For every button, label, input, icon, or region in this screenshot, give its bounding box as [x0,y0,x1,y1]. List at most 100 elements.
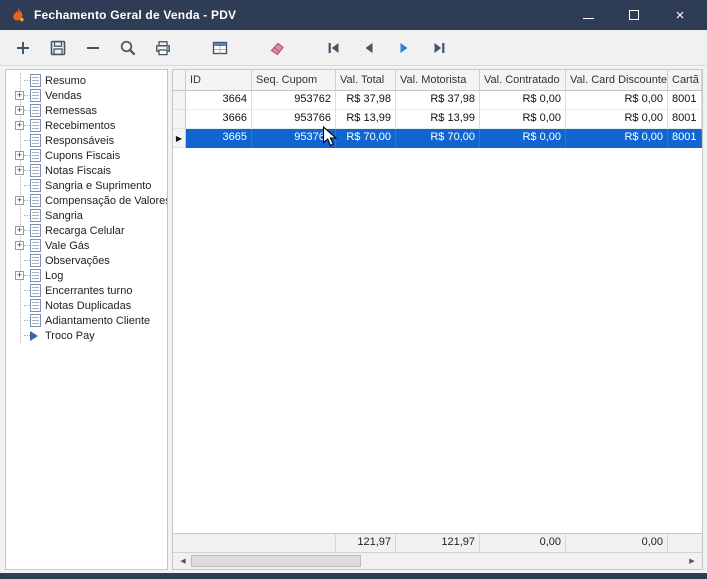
grid-view-button[interactable] [209,37,231,59]
totals-seq-cell [252,534,336,552]
sidebar-item-recebimentos[interactable]: + Recebimentos [15,118,166,133]
next-record-button[interactable] [393,37,415,59]
sidebar-item-recarga-celular[interactable]: + Recarga Celular [15,223,166,238]
delete-button[interactable] [82,37,104,59]
document-icon [30,209,41,222]
expand-icon[interactable]: + [15,121,24,130]
data-grid: ID Seq. Cupom Val. Total Val. Motorista Val.… [172,69,703,570]
document-icon [30,194,41,207]
minimize-icon [582,18,594,19]
document-icon [30,134,41,147]
expand-icon[interactable]: + [15,151,24,160]
table-row[interactable]: 3664 953762 R$ 37,98 R$ 37,98 R$ 0,00 R$ 0,00… [173,91,702,110]
document-icon [30,299,41,312]
cell: R$ 0,00 [566,91,668,110]
add-icon [17,41,29,54]
sidebar-item-vendas[interactable]: + Vendas [15,88,166,103]
sidebar-item-label: Remessas [45,104,97,117]
expand-icon[interactable]: + [15,196,24,205]
cell: R$ 70,00 [336,129,396,148]
table-row[interactable]: 3666 953766 R$ 13,99 R$ 13,99 R$ 0,00 R$ 0,00… [173,110,702,129]
last-record-button[interactable] [428,37,450,59]
cell: 953764 [252,129,336,148]
save-icon [50,40,66,55]
window-bottom-border [0,573,707,579]
window-title: Fechamento Geral de Venda - PDV [34,8,237,22]
column-header-6[interactable]: Val. Card Discounted [566,70,668,91]
document-icon [30,89,41,102]
scroll-left-icon[interactable]: ◀ [177,557,189,565]
save-button[interactable] [47,37,69,59]
add-button[interactable] [12,37,34,59]
column-header-3[interactable]: Val. Total [336,70,396,91]
sidebar-item-label: Responsáveis [45,134,115,147]
cell: 8001 [668,91,702,110]
totals-val-total: 121,97 [336,534,396,552]
sidebar-item-observacoes[interactable]: + Observações [15,253,166,268]
sidebar-item-troco-pay[interactable]: + Troco Pay [15,328,166,343]
header-marker-cell [173,70,186,91]
previous-record-button[interactable] [358,37,380,59]
document-icon [30,74,41,87]
expand-icon[interactable]: + [15,106,24,115]
column-header-1[interactable]: ID [186,70,252,91]
clear-button[interactable] [266,37,288,59]
expand-icon[interactable]: + [15,166,24,175]
document-icon [30,119,41,132]
sidebar-item-label: Vendas [45,89,82,102]
sidebar-item-vale-gas[interactable]: + Vale Gás [15,238,166,253]
print-preview-icon [156,40,170,55]
first-record-button[interactable] [323,37,345,59]
titlebar: Fechamento Geral de Venda - PDV × [0,0,707,30]
document-icon [30,254,41,267]
minimize-button[interactable] [581,8,595,22]
sidebar-item-remessas[interactable]: + Remessas [15,103,166,118]
first-record-icon [328,42,339,53]
totals-val-motorista: 121,97 [396,534,480,552]
sidebar-item-label: Log [45,269,64,282]
scroll-right-icon[interactable]: ▶ [686,557,698,565]
sidebar-item-cupons-fiscais[interactable]: + Cupons Fiscais [15,148,166,163]
sidebar-item-compensacao-de-valores[interactable]: + Compensação de Valores [15,193,167,208]
document-icon [30,224,41,237]
sidebar-item-label: Encerrantes turno [45,284,133,297]
expand-icon[interactable]: + [15,241,24,250]
sidebar-item-responsaveis[interactable]: + Responsáveis [15,133,166,148]
print-preview-button[interactable] [152,37,174,59]
cell: R$ 0,00 [566,129,668,148]
close-button[interactable]: × [673,6,687,24]
previous-record-icon [365,42,373,53]
table-row[interactable]: ▶ 3665 953764 R$ 70,00 R$ 70,00 R$ 0,00 R$ 0,… [173,129,702,148]
sidebar-item-notas-duplicadas[interactable]: + Notas Duplicadas [15,298,166,313]
expand-icon[interactable]: + [15,226,24,235]
document-icon [30,164,41,177]
content-area: + Resumo + Vendas + Remessas + Recebimen… [0,66,707,573]
cell: R$ 0,00 [480,91,566,110]
sidebar-item-encerrantes-turno[interactable]: + Encerrantes turno [15,283,166,298]
cell: 8001 [668,110,702,129]
search-button[interactable] [117,37,139,59]
scrollbar-thumb[interactable] [191,555,361,567]
next-record-icon [400,42,408,53]
sidebar-item-resumo[interactable]: + Resumo [15,73,166,88]
maximize-button[interactable] [627,8,641,22]
horizontal-scrollbar[interactable]: ◀ ▶ [173,552,702,569]
eraser-icon [270,42,284,55]
expand-icon[interactable]: + [15,271,24,280]
sidebar-item-log[interactable]: + Log [15,268,166,283]
expand-icon[interactable]: + [15,91,24,100]
column-header-5[interactable]: Val. Contratado [480,70,566,91]
sidebar-item-label: Resumo [45,74,86,87]
cell: R$ 0,00 [566,110,668,129]
sidebar-item-sangria[interactable]: + Sangria [15,208,166,223]
grid-header-row: ID Seq. Cupom Val. Total Val. Motorista Val.… [173,70,702,91]
column-header-4[interactable]: Val. Motorista [396,70,480,91]
sidebar-item-sangria-e-suprimento[interactable]: + Sangria e Suprimento [15,178,166,193]
sidebar-item-adiantamento-cliente[interactable]: + Adiantamento Cliente [15,313,166,328]
totals-val-card: 0,00 [566,534,668,552]
close-icon: × [675,6,685,24]
column-header-2[interactable]: Seq. Cupom [252,70,336,91]
arrow-icon [30,330,38,341]
column-header-7[interactable]: Cartã [668,70,702,91]
sidebar-item-notas-fiscais[interactable]: + Notas Fiscais [15,163,166,178]
